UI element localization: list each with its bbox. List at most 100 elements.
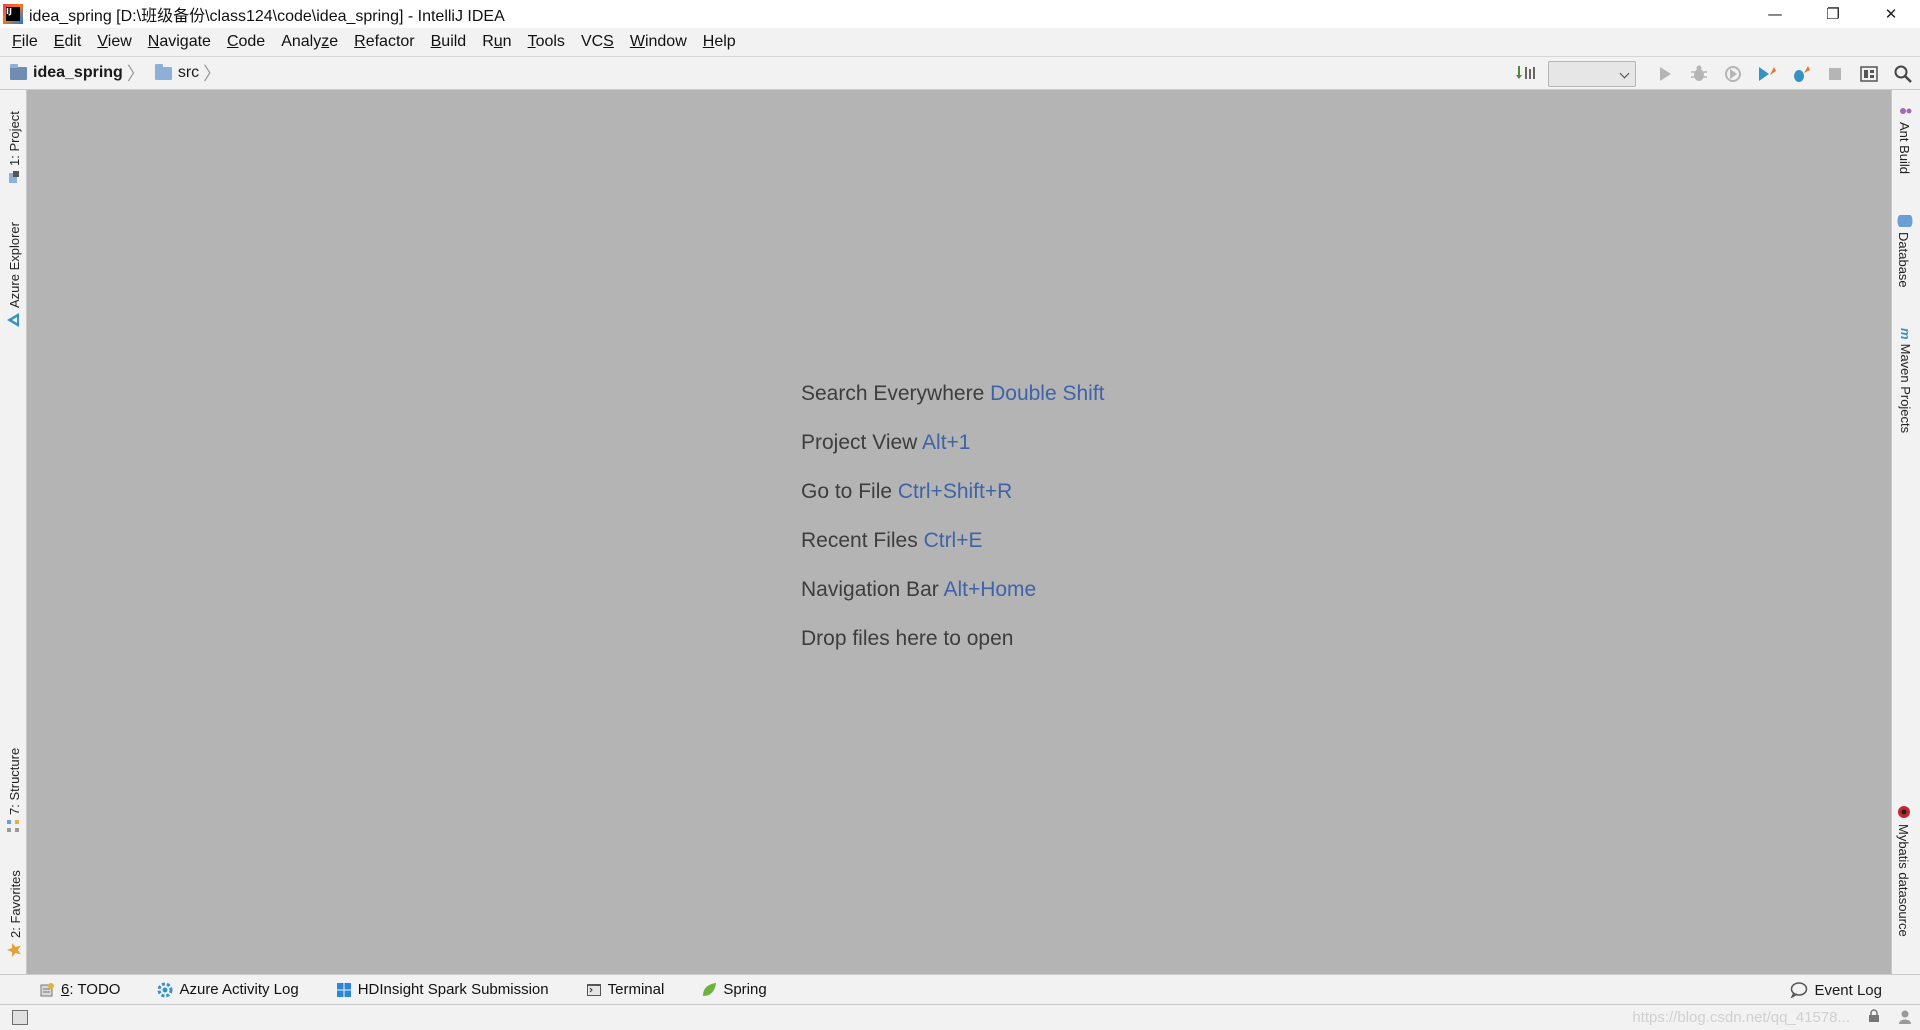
todo-icon [38, 981, 56, 999]
menu-window[interactable]: Window [622, 33, 695, 51]
menu-help[interactable]: Help [695, 33, 744, 51]
tab-todo-label: : TODO [69, 981, 121, 998]
speech-bubble-icon [1790, 982, 1808, 998]
tab-azure-explorer-label: Azure Explorer [7, 222, 22, 308]
gear-icon [156, 981, 174, 999]
tab-ant-build-label: Ant Build [1897, 122, 1912, 175]
editor-empty-area[interactable]: Search Everywhere Double Shift Project V… [27, 90, 1891, 974]
tab-event-log-label: Event Log [1814, 981, 1882, 999]
project-folder-icon [10, 63, 27, 80]
menu-file[interactable]: File [4, 33, 46, 51]
tab-terminal-label: Terminal [607, 981, 665, 998]
hint-recent-files: Recent Files Ctrl+E [801, 529, 983, 552]
tab-database[interactable]: Database [1894, 210, 1913, 288]
tab-project-label: 1: Project [7, 111, 22, 166]
tab-hdinsight-label: HDInsight Spark Submission [357, 981, 549, 998]
tab-spring-label: Spring [723, 981, 767, 998]
stop-icon[interactable] [1821, 60, 1849, 88]
tab-todo-mnemonic: 6 [61, 981, 70, 998]
restore-button[interactable]: ❐ [1804, 0, 1862, 28]
spring-leaf-icon [700, 981, 718, 999]
menu-build[interactable]: Build [423, 33, 475, 51]
search-icon[interactable] [1889, 60, 1917, 88]
menu-vcs[interactable]: VCS [573, 33, 622, 51]
lock-icon[interactable] [1868, 1009, 1880, 1030]
tab-mybatis-datasource-label: Mybatis datasource [1896, 824, 1911, 937]
menu-view[interactable]: View [89, 33, 139, 51]
window-title: idea_spring [D:\班级备份\class124\code\idea_… [29, 8, 505, 25]
minimize-button[interactable]: — [1746, 0, 1804, 28]
menu-run[interactable]: Run [474, 33, 519, 51]
tab-structure[interactable]: 7: Structure [6, 748, 23, 837]
tab-mybatis-datasource[interactable]: Mybatis datasource [1894, 800, 1913, 937]
tab-favorites-label: 2: Favorites [8, 870, 23, 938]
window-controls: — ❐ ✕ [1746, 0, 1920, 28]
tab-todo[interactable]: 6: TODO [38, 981, 120, 999]
hint-search-everywhere: Search Everywhere Double Shift [801, 382, 1105, 405]
azure-deploy-icon[interactable] [1753, 60, 1781, 88]
left-tool-stripe: 1: Project Azure Explorer 7: Structure 2… [0, 90, 27, 974]
hector-icon[interactable] [1898, 1009, 1912, 1030]
breadcrumb-project-label: idea_spring [33, 64, 123, 81]
run-icon[interactable] [1651, 60, 1679, 88]
ant-icon [1896, 104, 1913, 118]
menu-bar: File Edit View Navigate Code Analyze Ref… [0, 28, 1920, 56]
hint-drop-files: Drop files here to open [801, 627, 1014, 650]
status-bar: https://blog.csdn.net/qq_41578... [0, 1004, 1920, 1030]
breadcrumb-src-label: src [177, 64, 200, 81]
azure-debug-icon[interactable] [1787, 60, 1815, 88]
intellij-logo-icon [3, 4, 23, 24]
tab-maven-projects-label: Maven Projects [1898, 343, 1913, 434]
maven-icon: m [1898, 328, 1913, 340]
menu-navigate[interactable]: Navigate [140, 33, 219, 51]
tab-structure-label: 7: Structure [7, 747, 22, 815]
tab-maven-projects[interactable]: m Maven Projects [1898, 324, 1913, 433]
bottom-tool-bar: 6: TODO Azure Activity Log HDInsight Spa… [0, 974, 1920, 1004]
editor-hints: Search Everywhere Double Shift Project V… [801, 380, 1105, 674]
tab-hdinsight-spark-submission[interactable]: HDInsight Spark Submission [335, 981, 549, 999]
folder-icon [154, 63, 172, 80]
breadcrumb-separator-icon: 〉 [126, 64, 145, 84]
run-configuration-select[interactable] [1548, 61, 1636, 87]
navigation-bar: idea_spring 〉 src 〉 [0, 56, 1920, 90]
main-toolbar [1508, 57, 1920, 91]
title-bar: idea_spring [D:\班级备份\class124\code\idea_… [0, 0, 1920, 28]
close-button[interactable]: ✕ [1862, 0, 1920, 28]
windows-icon [335, 981, 353, 999]
tab-azure-activity-log[interactable]: Azure Activity Log [156, 981, 299, 999]
tab-terminal[interactable]: Terminal [585, 981, 665, 999]
database-icon [1894, 214, 1913, 228]
tab-project[interactable]: 1: Project [6, 111, 23, 188]
terminal-icon [585, 981, 603, 999]
status-icons [1868, 1009, 1912, 1030]
tab-azure-explorer[interactable]: Azure Explorer [6, 222, 23, 332]
menu-code[interactable]: Code [219, 33, 273, 51]
run-with-coverage-icon[interactable] [1719, 60, 1747, 88]
menu-tools[interactable]: Tools [520, 33, 573, 51]
menu-refactor[interactable]: Refactor [346, 33, 422, 51]
breadcrumb-project[interactable]: idea_spring 〉 [10, 60, 145, 86]
star-icon [6, 942, 25, 958]
azure-icon [6, 312, 23, 328]
hint-navigation-bar: Navigation Bar Alt+Home [801, 578, 1037, 601]
tab-event-log[interactable]: Event Log [1790, 975, 1882, 1005]
breadcrumb-src[interactable]: src 〉 [154, 60, 221, 86]
tab-favorites[interactable]: 2: Favorites [6, 870, 25, 962]
debug-icon[interactable] [1685, 60, 1713, 88]
right-tool-stripe: Ant Build Database m Maven Projects Myba… [1891, 90, 1920, 974]
tab-database-label: Database [1896, 232, 1911, 288]
menu-analyze[interactable]: Analyze [273, 33, 346, 51]
tab-ant-build[interactable]: Ant Build [1896, 100, 1913, 174]
hint-project-view: Project View Alt+1 [801, 431, 971, 454]
tab-spring[interactable]: Spring [700, 981, 767, 999]
mybatis-icon [1894, 804, 1913, 820]
menu-edit[interactable]: Edit [46, 33, 90, 51]
project-structure-icon[interactable] [1855, 60, 1883, 88]
watermark-text: https://blog.csdn.net/qq_41578... [1632, 1009, 1850, 1026]
tab-azure-activity-log-label: Azure Activity Log [179, 981, 299, 998]
hint-go-to-file: Go to File Ctrl+Shift+R [801, 480, 1013, 503]
toggle-tool-windows-button[interactable] [12, 1010, 28, 1025]
build-project-icon[interactable] [1511, 60, 1539, 88]
structure-icon [6, 819, 23, 833]
project-tab-icon [6, 170, 23, 184]
